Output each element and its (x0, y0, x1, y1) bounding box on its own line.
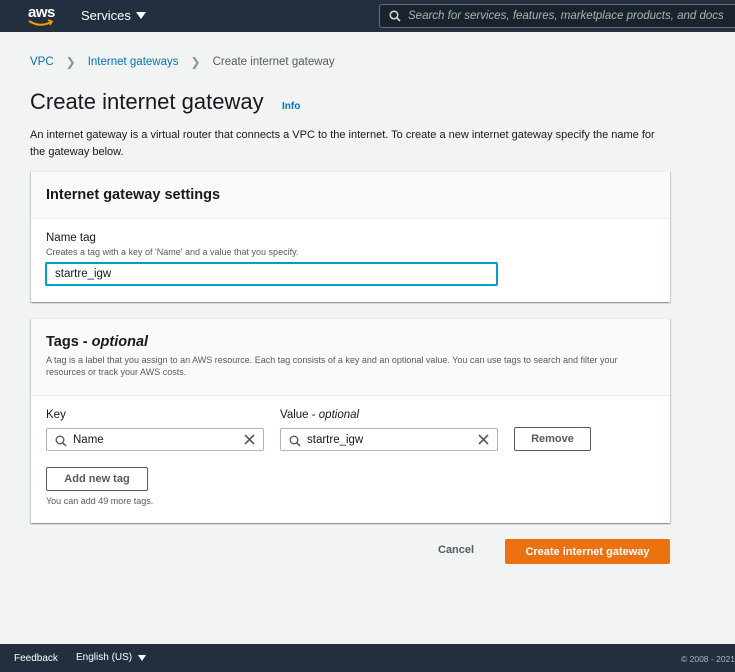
value-label-optional: optional (318, 409, 360, 421)
caret-down-icon (138, 654, 147, 661)
footer: Feedback English (US) © 2008 - 2021 (0, 644, 735, 672)
chevron-right-icon: ❯ (65, 55, 76, 69)
search-icon (389, 9, 401, 27)
search-icon (55, 434, 67, 452)
copyright: © 2008 - 2021 (681, 654, 735, 664)
breadcrumb-internet-gateways[interactable]: Internet gateways (88, 56, 179, 68)
tags-description: A tag is a label that you assign to an A… (46, 355, 618, 377)
name-tag-input[interactable] (45, 262, 498, 286)
panel-header: Tags - optional A tag is a label that yo… (31, 319, 670, 396)
tags-title-optional: optional (91, 334, 149, 350)
services-label: Services (81, 8, 131, 23)
panel-header: Internet gateway settings (31, 172, 670, 219)
page-description: An internet gateway is a virtual router … (30, 129, 655, 158)
add-new-tag-button[interactable]: Add new tag (46, 467, 148, 491)
tags-remaining-hint: You can add 49 more tags. (46, 496, 154, 506)
breadcrumb: VPC ❯ Internet gateways ❯ Create interne… (30, 55, 335, 69)
tag-value-field[interactable] (280, 428, 498, 451)
top-nav: aws Services (0, 0, 735, 32)
panel-title: Internet gateway settings (46, 187, 221, 203)
name-tag-description: Creates a tag with a key of 'Name' and a… (46, 247, 299, 257)
value-label-text: Value - (280, 409, 319, 421)
clear-icon[interactable] (477, 433, 490, 451)
tag-key-input[interactable] (73, 431, 233, 448)
panel-title: Tags - optional (46, 334, 148, 350)
tag-key-field[interactable] (46, 428, 264, 451)
services-menu-button[interactable]: Services (81, 8, 146, 23)
aws-logo[interactable]: aws (28, 4, 56, 28)
tags-panel: Tags - optional A tag is a label that yo… (31, 318, 670, 523)
global-search-input[interactable] (408, 7, 728, 25)
info-link[interactable]: Info (282, 101, 300, 112)
global-search[interactable] (379, 4, 735, 28)
feedback-link[interactable]: Feedback (14, 653, 58, 664)
caret-down-icon (135, 12, 146, 19)
chevron-right-icon: ❯ (190, 55, 201, 69)
page-title: Create internet gateway (30, 89, 264, 114)
cancel-button[interactable]: Cancel (438, 544, 474, 556)
remove-tag-button[interactable]: Remove (514, 427, 591, 451)
breadcrumb-current: Create internet gateway (212, 56, 335, 68)
clear-icon[interactable] (243, 433, 256, 451)
search-icon (289, 434, 301, 452)
breadcrumb-vpc[interactable]: VPC (30, 56, 54, 68)
internet-gateway-settings-panel: Internet gateway settings Name tag Creat… (31, 171, 670, 302)
language-label: English (US) (76, 652, 133, 663)
create-internet-gateway-button[interactable]: Create internet gateway (505, 539, 670, 564)
tags-title: Tags - (46, 334, 92, 350)
name-tag-label: Name tag (46, 232, 96, 244)
aws-smile-icon (28, 19, 54, 26)
value-label: Value - optional (280, 409, 359, 421)
key-label: Key (46, 409, 66, 421)
language-selector[interactable]: English (US) (76, 652, 147, 663)
tag-value-input[interactable] (307, 431, 467, 448)
